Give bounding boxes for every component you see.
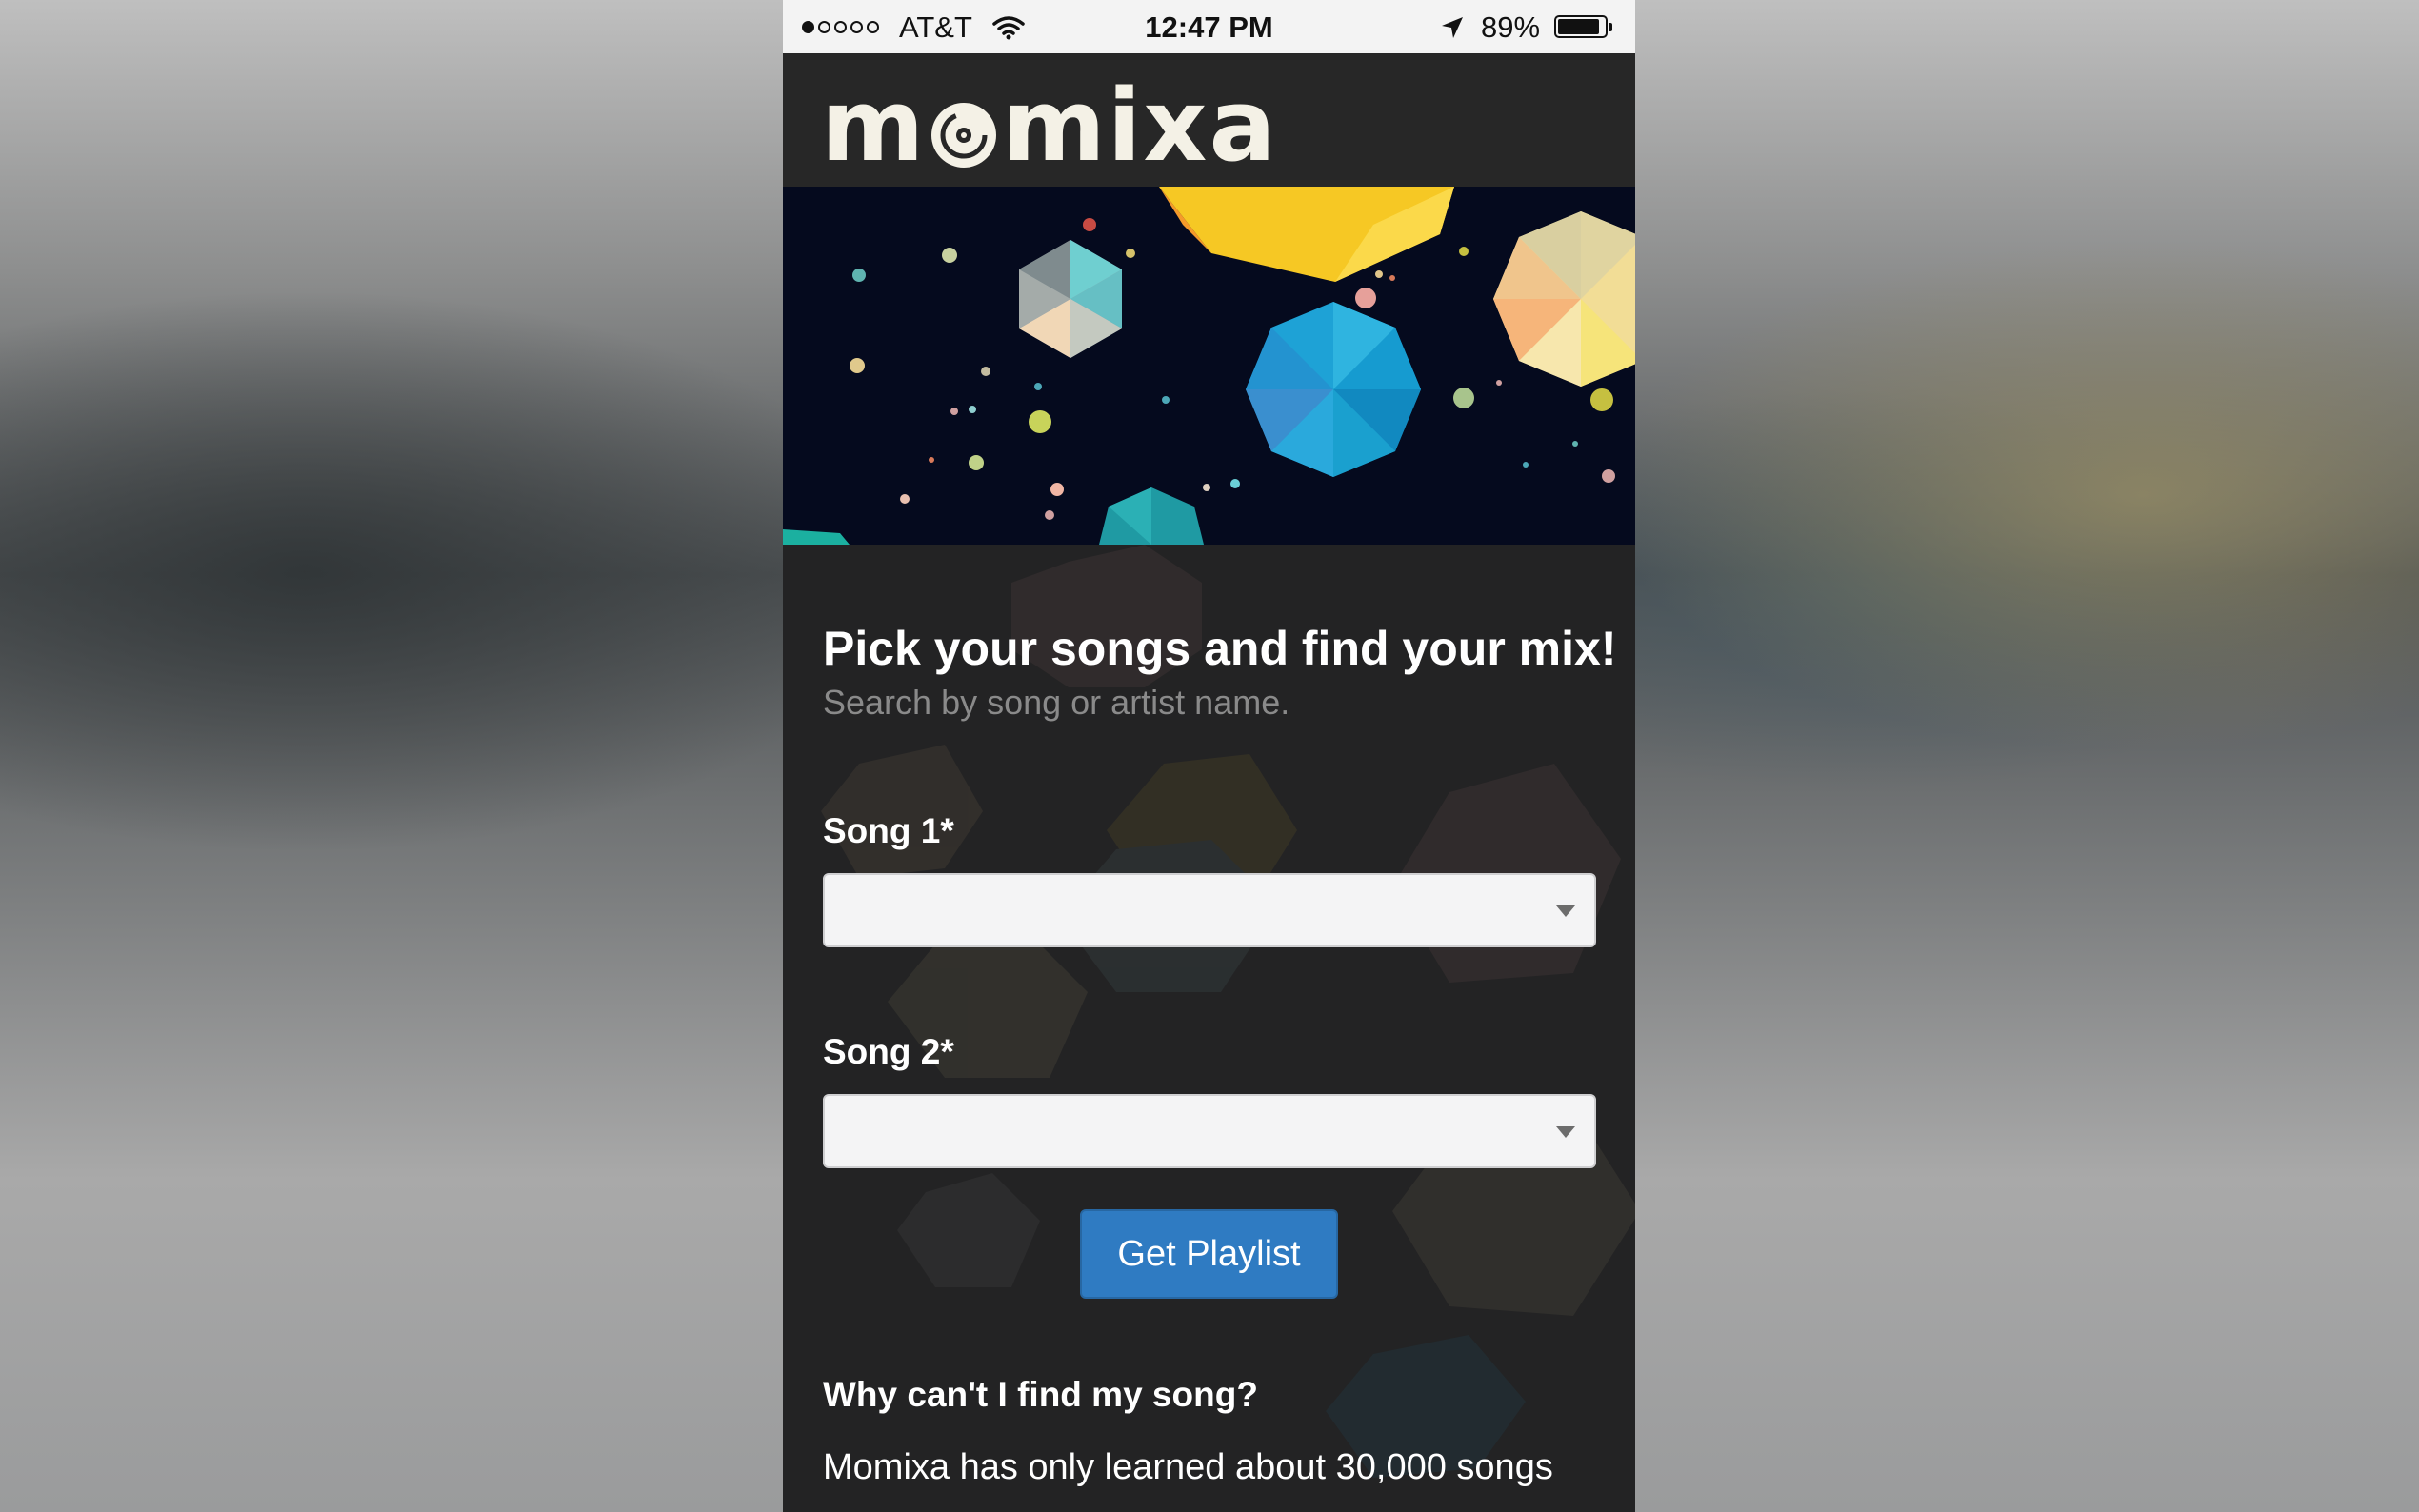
dropdown-caret-icon	[1556, 1126, 1575, 1138]
song-2-select[interactable]	[823, 1094, 1596, 1168]
cream-gem-shape	[1493, 211, 1635, 387]
logo-text-start: m	[821, 68, 927, 184]
star-dots	[850, 218, 1615, 520]
blue-gem-shape	[1246, 302, 1421, 477]
dropdown-caret-icon	[1556, 905, 1575, 917]
battery-percentage: 89%	[1481, 10, 1541, 44]
battery-icon	[1554, 15, 1612, 38]
faq-answer: Momixa has only learned about 30,000 son…	[823, 1447, 1553, 1487]
status-bar: AT&T 12:47 PM 89%	[783, 0, 1635, 53]
location-arrow-icon	[1440, 13, 1465, 48]
yellow-gem-shape	[1159, 187, 1454, 282]
song-1-select[interactable]	[823, 873, 1596, 947]
page-headline: Pick your songs and find your mix!	[823, 622, 1617, 675]
logo-text-end: mixa	[1002, 68, 1278, 184]
song-1-label: Song 1*	[823, 811, 954, 850]
search-hint: Search by song or artist name.	[823, 683, 1290, 722]
teal-bottom-gem-shape	[1099, 487, 1204, 545]
hero-banner	[783, 187, 1635, 545]
main-content: Pick your songs and find your mix! Searc…	[783, 545, 1635, 1512]
phone-screen: AT&T 12:47 PM 89% m mixa Pick your songs…	[783, 0, 1635, 1512]
song-2-label: Song 2*	[823, 1032, 954, 1071]
momixa-logo[interactable]: m mixa	[821, 76, 1278, 175]
small-teal-gem-shape	[1019, 240, 1122, 358]
faq-heading: Why can't I find my song?	[823, 1375, 1258, 1414]
gem-illustration	[783, 187, 1635, 545]
get-playlist-button[interactable]: Get Playlist	[1080, 1209, 1338, 1299]
app-header: m mixa	[783, 53, 1635, 187]
vinyl-disc-icon	[931, 103, 997, 168]
corner-gem-shape	[783, 529, 850, 545]
